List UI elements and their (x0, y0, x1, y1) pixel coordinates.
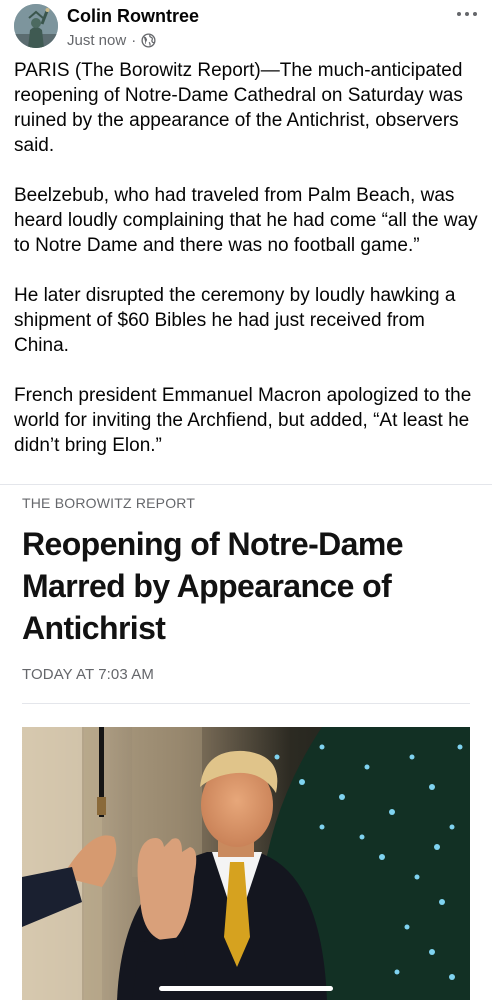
post-paragraph: Beelzebub, who had traveled from Palm Be… (14, 185, 478, 256)
home-indicator[interactable] (159, 986, 333, 991)
post-meta: Just now · (67, 31, 156, 49)
post-paragraph: He later disrupted the ceremony by loudl… (14, 285, 456, 356)
more-dots-icon[interactable] (454, 6, 480, 22)
avatar[interactable] (14, 4, 58, 48)
avatar-statue-of-liberty-image (14, 4, 58, 48)
author-name[interactable]: Colin Rowntree (67, 6, 199, 27)
post-paragraph: French president Emmanuel Macron apologi… (14, 385, 472, 456)
globe-icon (141, 32, 156, 48)
post-body: PARIS (The Borowitz Report)—The much-ant… (14, 58, 482, 483)
divider (22, 703, 470, 704)
article-photo-image (22, 727, 470, 1000)
post-timestamp[interactable]: Just now (67, 32, 126, 49)
link-source: THE BOROWITZ REPORT (22, 495, 196, 511)
link-preview-card[interactable]: THE BOROWITZ REPORT Reopening of Notre-D… (0, 484, 492, 1000)
meta-separator: · (131, 31, 137, 49)
article-photo[interactable] (22, 727, 470, 1000)
link-headline[interactable]: Reopening of Notre-Dame Marred by Appear… (22, 523, 472, 649)
link-timestamp: TODAY AT 7:03 AM (22, 666, 154, 683)
post-paragraph: PARIS (The Borowitz Report)—The much-ant… (14, 60, 463, 156)
post-header: Colin Rowntree Just now · (0, 0, 492, 58)
